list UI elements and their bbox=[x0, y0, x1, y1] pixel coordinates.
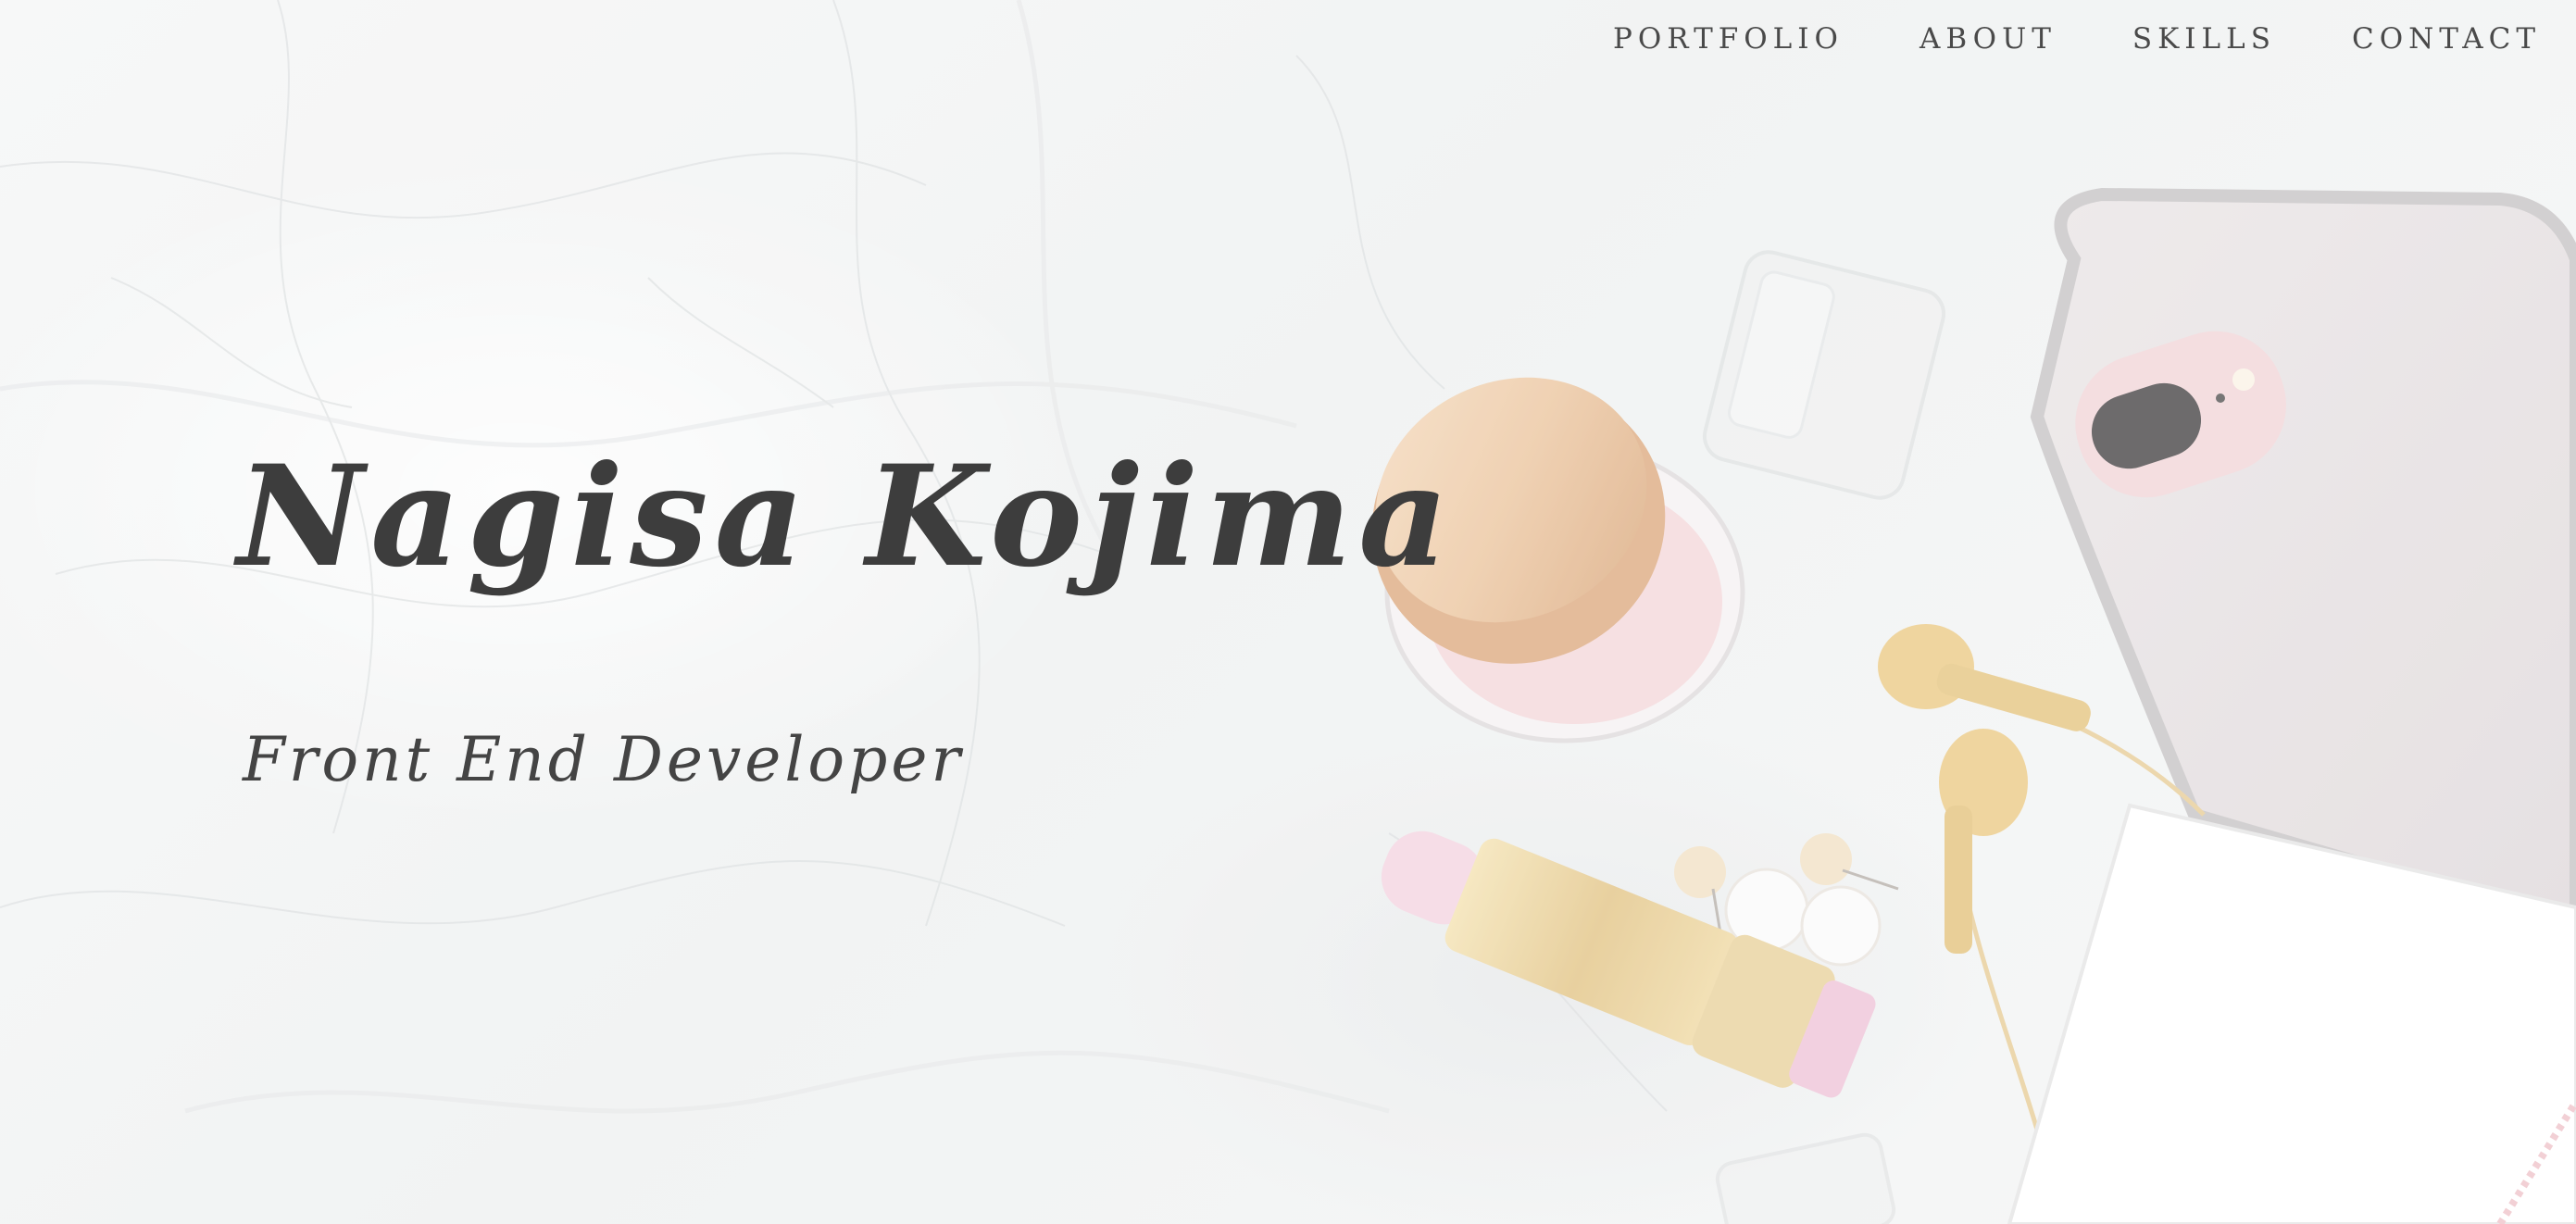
hero-name: Nagisa Kojima bbox=[237, 435, 1456, 598]
nav-skills-link[interactable]: SKILLS bbox=[2132, 22, 2276, 56]
hero-product-photo bbox=[0, 0, 2576, 1224]
hero-section: PORTFOLIO ABOUT SKILLS CONTACT Nagisa Ko… bbox=[0, 0, 2576, 1224]
nav-portfolio-link[interactable]: PORTFOLIO bbox=[1613, 22, 1844, 56]
hero-job-title: Front End Developer bbox=[243, 724, 965, 795]
nav-contact-link[interactable]: CONTACT bbox=[2352, 22, 2541, 56]
main-nav: PORTFOLIO ABOUT SKILLS CONTACT bbox=[1613, 22, 2541, 56]
nav-about-link[interactable]: ABOUT bbox=[1919, 22, 2057, 56]
